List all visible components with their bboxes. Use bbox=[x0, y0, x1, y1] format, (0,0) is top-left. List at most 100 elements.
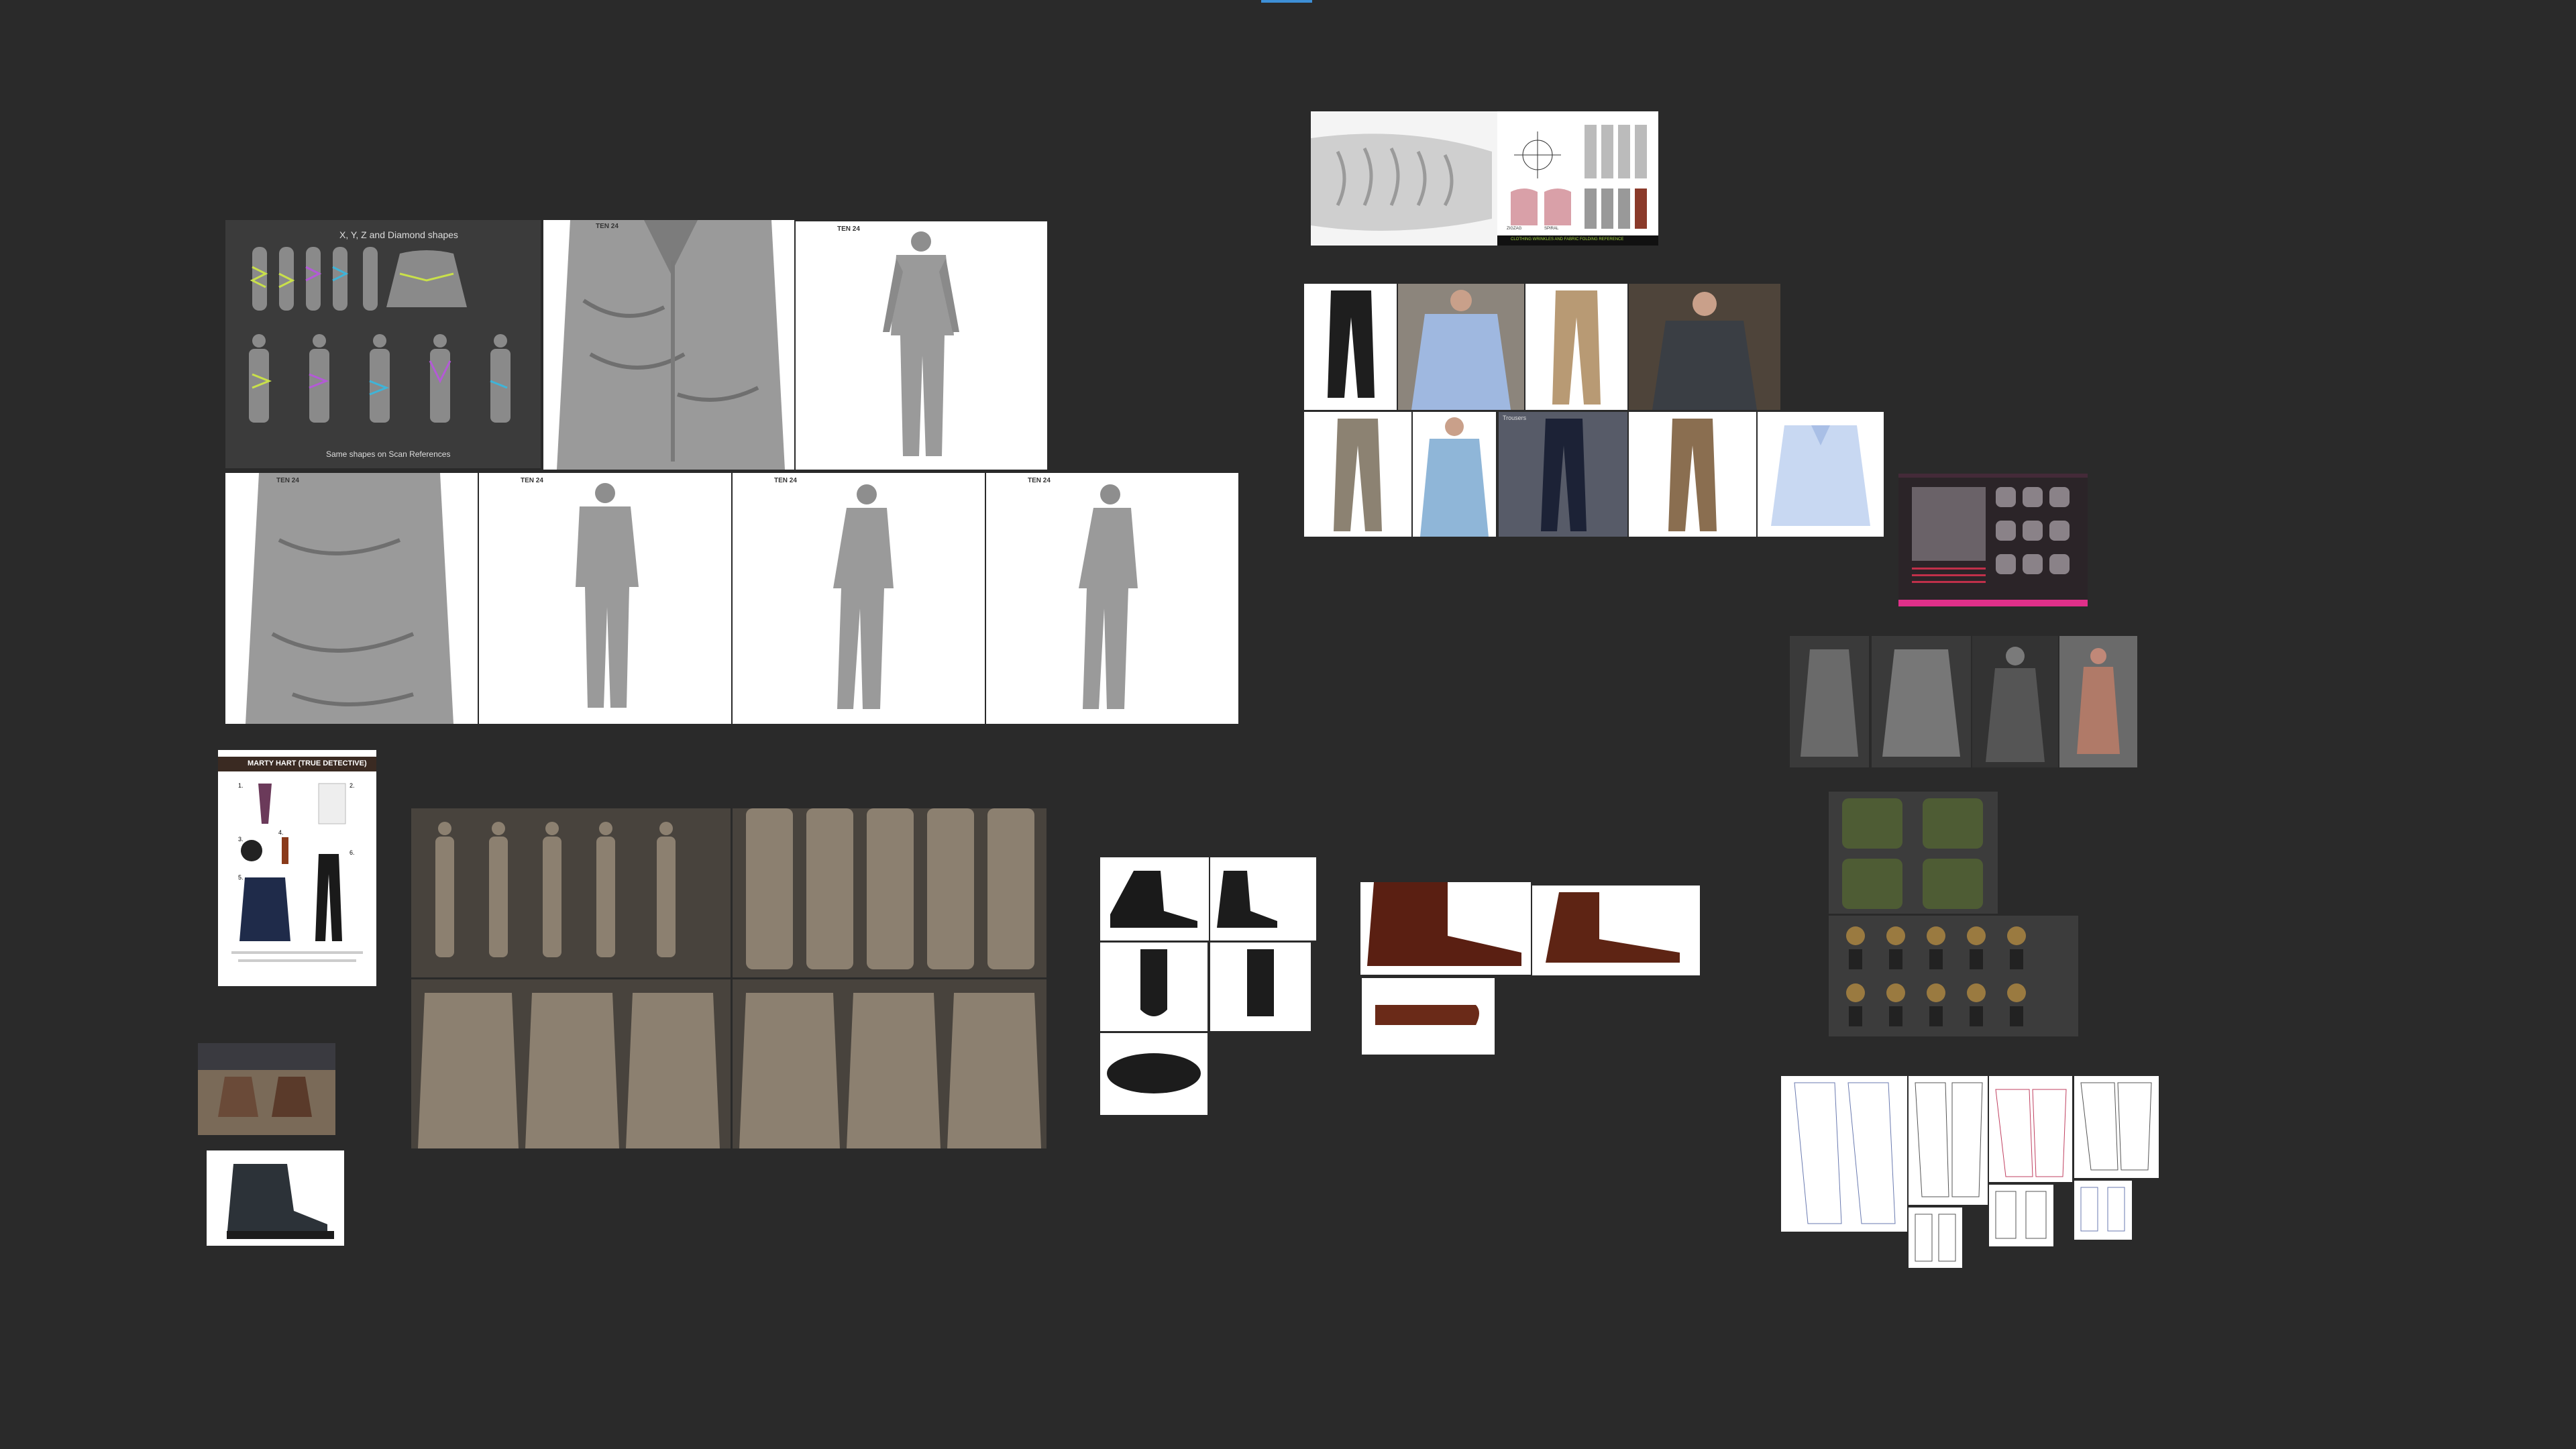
khaki-trousers-render bbox=[1552, 290, 1601, 405]
worn-boot-closeup-render bbox=[227, 1164, 334, 1239]
grey-chinos-render bbox=[1334, 419, 1382, 531]
black-boot-top-render bbox=[1107, 1053, 1201, 1093]
worn-boots-photo[interactable] bbox=[198, 1043, 335, 1135]
ten24-logo-6: TEN 24 bbox=[1028, 477, 1051, 484]
soldier-pose-sheet[interactable] bbox=[1829, 916, 2078, 1036]
marty-number-1: 1. bbox=[238, 782, 244, 789]
trouser-pattern-4[interactable] bbox=[2074, 1076, 2159, 1178]
coat-sculpt-3-render bbox=[1986, 647, 2045, 762]
black-boot-back[interactable] bbox=[1210, 943, 1311, 1031]
marty-hart-outfit-sheet[interactable]: MARTY HART (TRUE DETECTIVE) 1. 2. 3. 4. … bbox=[218, 750, 376, 986]
folded-blue-shirt-render bbox=[1771, 425, 1870, 526]
product-folded-blue-shirt[interactable] bbox=[1758, 412, 1884, 537]
coat-sculpt-3[interactable] bbox=[1972, 636, 2058, 767]
product-blue-shirt[interactable] bbox=[1398, 284, 1524, 410]
trouser-pattern-3[interactable] bbox=[1989, 1076, 2072, 1182]
trouser-pattern-7-render bbox=[2080, 1187, 2125, 1232]
scan-full-figure-side[interactable]: TEN 24 bbox=[733, 473, 985, 724]
marty-number-2: 2. bbox=[350, 782, 355, 789]
black-boot-front[interactable] bbox=[1100, 943, 1208, 1031]
ten24-logo-4: TEN 24 bbox=[521, 477, 543, 484]
trouser-pattern-4-render bbox=[2080, 1082, 2152, 1171]
shirt-scan-closeup[interactable]: TEN 24 bbox=[543, 220, 794, 470]
trouser-pattern-1[interactable] bbox=[1781, 1076, 1907, 1232]
trouser-pattern-5-render bbox=[1915, 1214, 1956, 1262]
coat-sculpt-4[interactable] bbox=[2059, 636, 2137, 767]
product-grey-chinos[interactable] bbox=[1304, 412, 1411, 537]
clay-sculpt-torso-front[interactable] bbox=[411, 979, 731, 1148]
product-navy-trousers[interactable]: Trousers bbox=[1499, 412, 1627, 537]
figure-front-render bbox=[883, 231, 959, 456]
trouser-pattern-3-render bbox=[1995, 1089, 2067, 1177]
black-boot-back-render bbox=[1247, 949, 1274, 1016]
brown-chelsea-boot-angle[interactable] bbox=[1532, 885, 1700, 975]
scan-back-closeup[interactable]: TEN 24 bbox=[225, 473, 478, 724]
brown-boot-sole[interactable] bbox=[1362, 978, 1495, 1055]
scan-full-figure-front[interactable]: TEN 24 bbox=[796, 221, 1047, 470]
coat-sculpt-1-render bbox=[1801, 649, 1858, 757]
coat-sculpt-1[interactable] bbox=[1790, 636, 1869, 767]
grey-shirt-render bbox=[1629, 284, 1780, 410]
trouser-pattern-7[interactable] bbox=[2074, 1181, 2132, 1240]
clay-sculpt-turnaround-full[interactable] bbox=[411, 808, 731, 977]
zbrush-folds-render bbox=[1898, 474, 2088, 606]
marty-number-3: 3. bbox=[238, 836, 244, 843]
black-chelsea-boot-side[interactable] bbox=[1100, 857, 1209, 941]
trouser-pattern-2[interactable] bbox=[1909, 1076, 1988, 1205]
product-khaki-trousers[interactable] bbox=[1525, 284, 1627, 410]
top-indicator bbox=[1261, 0, 1312, 3]
product-black-trousers[interactable] bbox=[1304, 284, 1397, 410]
brown-boot-angle-render bbox=[1546, 892, 1680, 963]
scan-full-figure-profile[interactable]: TEN 24 bbox=[986, 473, 1238, 724]
figure-profile-render bbox=[1079, 484, 1138, 709]
black-boot-side-render bbox=[1110, 871, 1197, 928]
marty-number-5: 5. bbox=[238, 874, 244, 881]
scan-sheet-caption: Same shapes on Scan References bbox=[326, 449, 451, 459]
soldier-poses-render bbox=[1846, 926, 2026, 1026]
light-blue-shirt-model-render bbox=[1420, 417, 1489, 537]
figure-side-render bbox=[833, 484, 894, 709]
brown-chinos-render bbox=[1668, 419, 1717, 531]
sleeve-folds-photo[interactable] bbox=[1311, 111, 1497, 246]
clay-torso-front-render bbox=[411, 979, 731, 1148]
scan-full-figure-back[interactable]: TEN 24 bbox=[479, 473, 731, 724]
fold-label-spiral: SPIRAL bbox=[1544, 227, 1559, 231]
ten24-logo-3: TEN 24 bbox=[276, 477, 299, 484]
product-grey-shirt[interactable] bbox=[1629, 284, 1780, 410]
trouser-pattern-1-render bbox=[1794, 1082, 1896, 1224]
shirt-closeup-render bbox=[543, 220, 794, 470]
zbrush-folds-panel[interactable] bbox=[1898, 474, 2088, 606]
black-boot-front-render bbox=[1140, 949, 1167, 1016]
scan-sheet-figures bbox=[249, 247, 511, 423]
worn-boot-closeup[interactable] bbox=[207, 1150, 344, 1246]
trouser-pattern-6[interactable] bbox=[1989, 1185, 2053, 1246]
trouser-pattern-5[interactable] bbox=[1909, 1208, 1962, 1268]
green-jacket-poses[interactable] bbox=[1829, 792, 1998, 914]
scan-shapes-sheet[interactable]: X, Y, Z and Diamond shapes Same shapes o… bbox=[225, 220, 541, 468]
black-chelsea-boot-pair[interactable] bbox=[1210, 857, 1316, 941]
clay-sculpt-legs[interactable] bbox=[733, 808, 1046, 977]
brown-boot-side-render bbox=[1367, 882, 1521, 966]
folds-reference-chart[interactable]: ZIGZAG SPIRAL CLOTHING WRINKLES AND FABR… bbox=[1497, 111, 1658, 246]
clay-legs-render bbox=[733, 808, 1046, 977]
coat-sculpt-4-render bbox=[2077, 648, 2120, 754]
sleeve-folds-render bbox=[1311, 111, 1497, 246]
black-trousers-render bbox=[1328, 290, 1375, 398]
ten24-logo-5: TEN 24 bbox=[774, 477, 797, 484]
ten24-logo-2: TEN 24 bbox=[837, 225, 860, 233]
figure-back-render bbox=[576, 483, 639, 708]
coat-sculpt-2-render bbox=[1882, 649, 1960, 757]
green-jacket-render bbox=[1842, 798, 1983, 909]
folds-chart-render bbox=[1497, 111, 1658, 246]
trouser-pattern-2-render bbox=[1915, 1082, 1983, 1197]
clay-sculpt-torso-back[interactable] bbox=[733, 979, 1046, 1148]
worn-boots-render bbox=[198, 1043, 335, 1135]
product-light-blue-shirt-model[interactable] bbox=[1413, 412, 1496, 537]
coat-sculpt-2[interactable] bbox=[1872, 636, 1971, 767]
brown-boot-sole-render bbox=[1375, 1005, 1479, 1025]
product-brown-chinos[interactable] bbox=[1629, 412, 1756, 537]
clay-torso-back-render bbox=[733, 979, 1046, 1148]
brown-chelsea-boot-side[interactable] bbox=[1360, 882, 1531, 975]
black-boot-top[interactable] bbox=[1100, 1033, 1208, 1115]
ten24-logo: TEN 24 bbox=[596, 223, 619, 230]
